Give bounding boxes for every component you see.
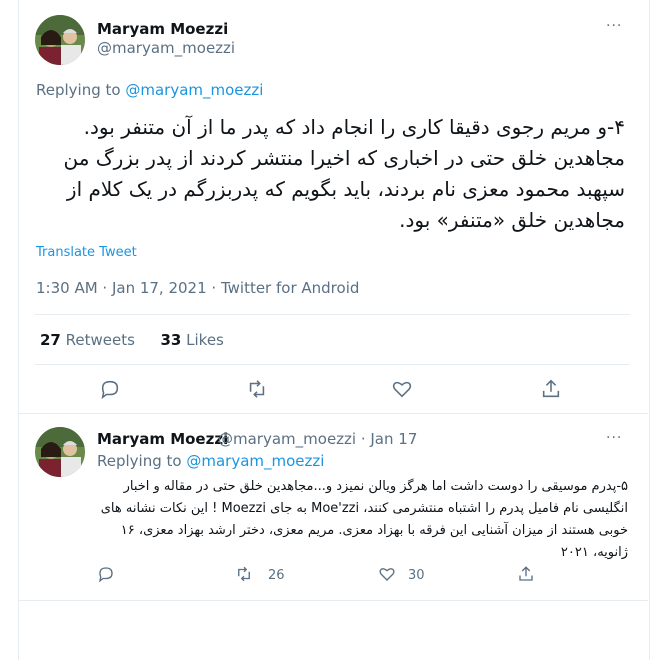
share-icon[interactable] bbox=[540, 378, 562, 400]
divider bbox=[18, 600, 648, 601]
reply-more-icon[interactable]: ··· bbox=[606, 430, 622, 446]
reply-author-avatar[interactable] bbox=[35, 427, 85, 477]
reply-retweets-count: 26 bbox=[268, 568, 285, 583]
reply-reply-icon[interactable] bbox=[97, 565, 115, 583]
retweets-label: Retweets bbox=[65, 331, 135, 349]
author-name[interactable]: Maryam Moezzi bbox=[97, 20, 228, 38]
author-handle[interactable]: @maryam_moezzi bbox=[97, 39, 235, 57]
reply-author-name[interactable]: Maryam Moezzi bbox=[97, 430, 228, 448]
divider bbox=[18, 413, 648, 414]
tweet-timestamp[interactable]: 1:30 AM · Jan 17, 2021 · Twitter for And… bbox=[36, 279, 359, 297]
reply-author-handle[interactable]: @maryam_moezzi · Jan 17 bbox=[218, 430, 417, 448]
likes-count: 33 bbox=[160, 331, 182, 349]
retweets-count: 27 bbox=[40, 331, 61, 349]
replying-prefix: Replying to bbox=[36, 81, 121, 99]
retweets-stat[interactable]: 27 Retweets bbox=[40, 331, 135, 349]
retweet-icon[interactable] bbox=[246, 378, 268, 400]
reply-replying-prefix: Replying to bbox=[97, 452, 182, 470]
translate-tweet-link[interactable]: Translate Tweet bbox=[36, 245, 137, 260]
reply-likes-count: 30 bbox=[408, 568, 425, 583]
author-avatar[interactable] bbox=[35, 15, 85, 65]
replying-handle-link[interactable]: @maryam_moezzi bbox=[125, 81, 263, 99]
reply-replying-to: Replying to @maryam_moezzi bbox=[97, 452, 324, 470]
reply-icon[interactable] bbox=[99, 378, 121, 400]
replying-to: Replying to @maryam_moezzi bbox=[36, 81, 263, 99]
likes-label: Likes bbox=[186, 331, 224, 349]
likes-stat[interactable]: 33 Likes bbox=[161, 331, 224, 349]
reply-like-icon[interactable] bbox=[378, 565, 396, 583]
divider bbox=[35, 364, 630, 365]
reply-retweet-icon[interactable] bbox=[235, 565, 253, 583]
reply-replying-handle-link[interactable]: @maryam_moezzi bbox=[186, 452, 324, 470]
reply-tweet-text: ۵-پدرم موسیقی را دوست داشت اما هرگز ویال… bbox=[100, 479, 628, 560]
like-icon[interactable] bbox=[391, 378, 413, 400]
tweet-text: ۴-و مریم رجوی دقیقا کاری را انجام داد که… bbox=[63, 115, 625, 232]
tweet-stats: 27 Retweets 33 Likes bbox=[40, 331, 224, 349]
divider bbox=[35, 314, 630, 315]
more-icon[interactable]: ··· bbox=[606, 18, 622, 34]
reply-share-icon[interactable] bbox=[517, 565, 535, 583]
